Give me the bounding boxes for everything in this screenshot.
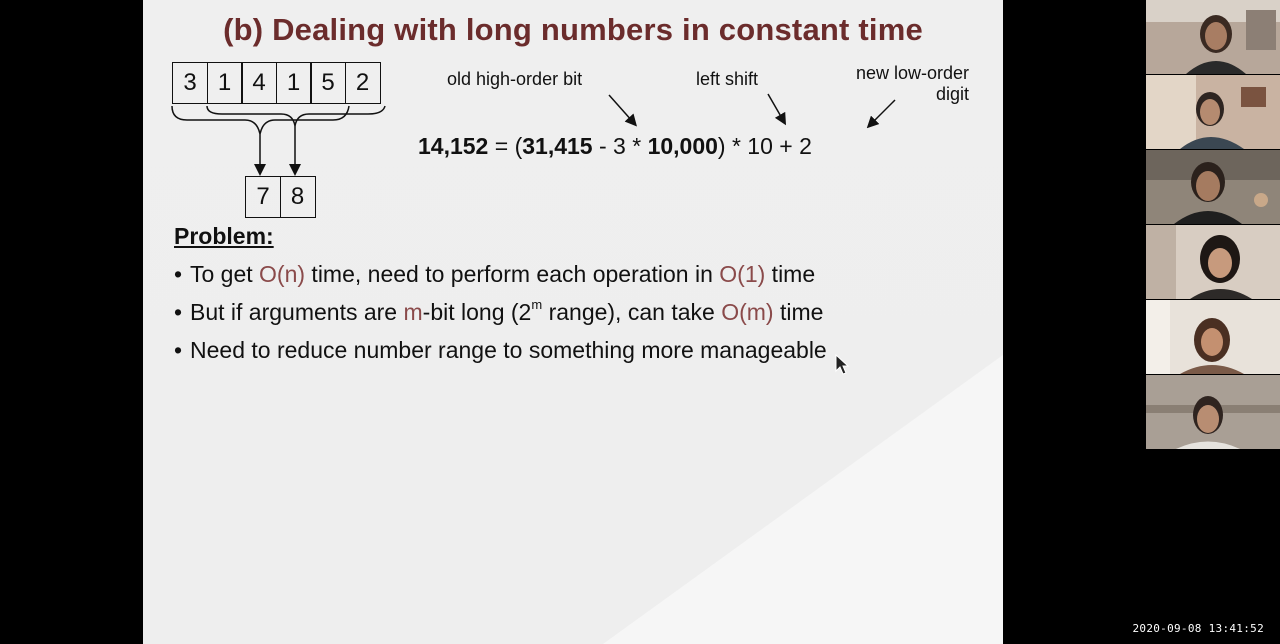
participant-video-tile[interactable] [1146,0,1280,74]
digit-cell: 1 [206,62,243,104]
participant-video-image [1146,225,1280,299]
digit-cell: 2 [344,62,381,104]
bullet-3-text: Need to reduce number range to something… [190,337,827,363]
bullet-2-pre: But if arguments are [190,299,404,325]
screen-share-frame: (b) Dealing with long numbers in constan… [0,0,1280,644]
brace-window-2 [206,105,386,127]
equation-tail: ) * 10 + 2 [717,133,812,159]
slide-title: (b) Dealing with long numbers in constan… [223,12,923,47]
annotation-left-shift: left shift [696,69,759,89]
participant-video-image [1146,0,1280,74]
bullet-2-mid2: range), can take [542,299,722,325]
bullet-2-superscript: m [531,297,543,313]
equation-result: 14,152 [418,133,489,159]
bullet-item: • Need to reduce number range to somethin… [174,334,827,372]
digit-cell: 3 [172,62,208,104]
bullet-item: • To get O(n) time, need to perform each … [174,258,827,296]
hash-cell: 7 [245,176,281,218]
bullet-2-post: time [773,299,824,325]
digit-array: 3 1 4 1 5 2 [172,62,381,104]
participant-video-image [1146,375,1280,449]
bullet-1-pre: To get [190,261,260,287]
participant-video-image [1146,300,1280,374]
annotation-new-low-order-line2: digit [935,84,969,104]
equation-minus: - 3 * [592,133,648,159]
digit-cell: 4 [241,62,277,104]
participant-video-image [1146,75,1280,149]
equation-eq-open: = ( [488,133,523,159]
bullet-1-accent-2: O(1) [719,261,766,287]
annotation-old-high-order: old high-order bit [447,69,583,89]
arrow-old-high-order [608,94,637,127]
participant-video-strip [1146,0,1280,452]
bullet-dot-icon: • [174,337,183,363]
problem-heading: Problem: [174,223,274,249]
participant-video-tile[interactable] [1146,300,1280,374]
annotation-new-low-order-line1: new low-order [855,63,969,83]
participant-video-tile[interactable] [1146,150,1280,224]
bullet-1-mid: time, need to perform each operation in [305,261,720,287]
bullet-1-post: time [765,261,816,287]
hash-array: 7 8 [245,176,316,218]
presentation-slide: (b) Dealing with long numbers in constan… [143,0,1003,644]
participant-video-image [1146,150,1280,224]
participant-video-tile[interactable] [1146,75,1280,149]
hash-cell: 8 [279,176,316,218]
annotation-new-low-order: new low-order digit [833,63,969,105]
bullet-dot-icon: • [174,299,183,325]
digit-cell: 1 [275,62,312,104]
bullet-2-accent-1: m [403,299,423,325]
digit-cell: 5 [310,62,346,104]
equation-window: 31,415 [522,133,593,159]
bullet-1-accent-1: O(n) [259,261,306,287]
bullet-item: • But if arguments are m-bit long (2m ran… [174,296,827,334]
mouse-pointer-icon [835,354,850,375]
bullet-dot-icon: • [174,261,183,287]
equation-power: 10,000 [647,133,718,159]
rolling-hash-equation: 14,152 = (31,415 - 3 * 10,000) * 10 + 2 [418,133,812,160]
participant-video-tile[interactable] [1146,225,1280,299]
problem-bullet-list: • To get O(n) time, need to perform each … [174,258,827,372]
bullet-2-accent-2: O(m) [721,299,774,325]
participant-video-tile[interactable] [1146,375,1280,449]
recording-timestamp: 2020-09-08 13:41:52 [1132,622,1264,635]
bullet-2-mid: -bit long (2 [422,299,532,325]
brace-window-1 [171,105,350,135]
arrow-left-shift [767,93,786,126]
